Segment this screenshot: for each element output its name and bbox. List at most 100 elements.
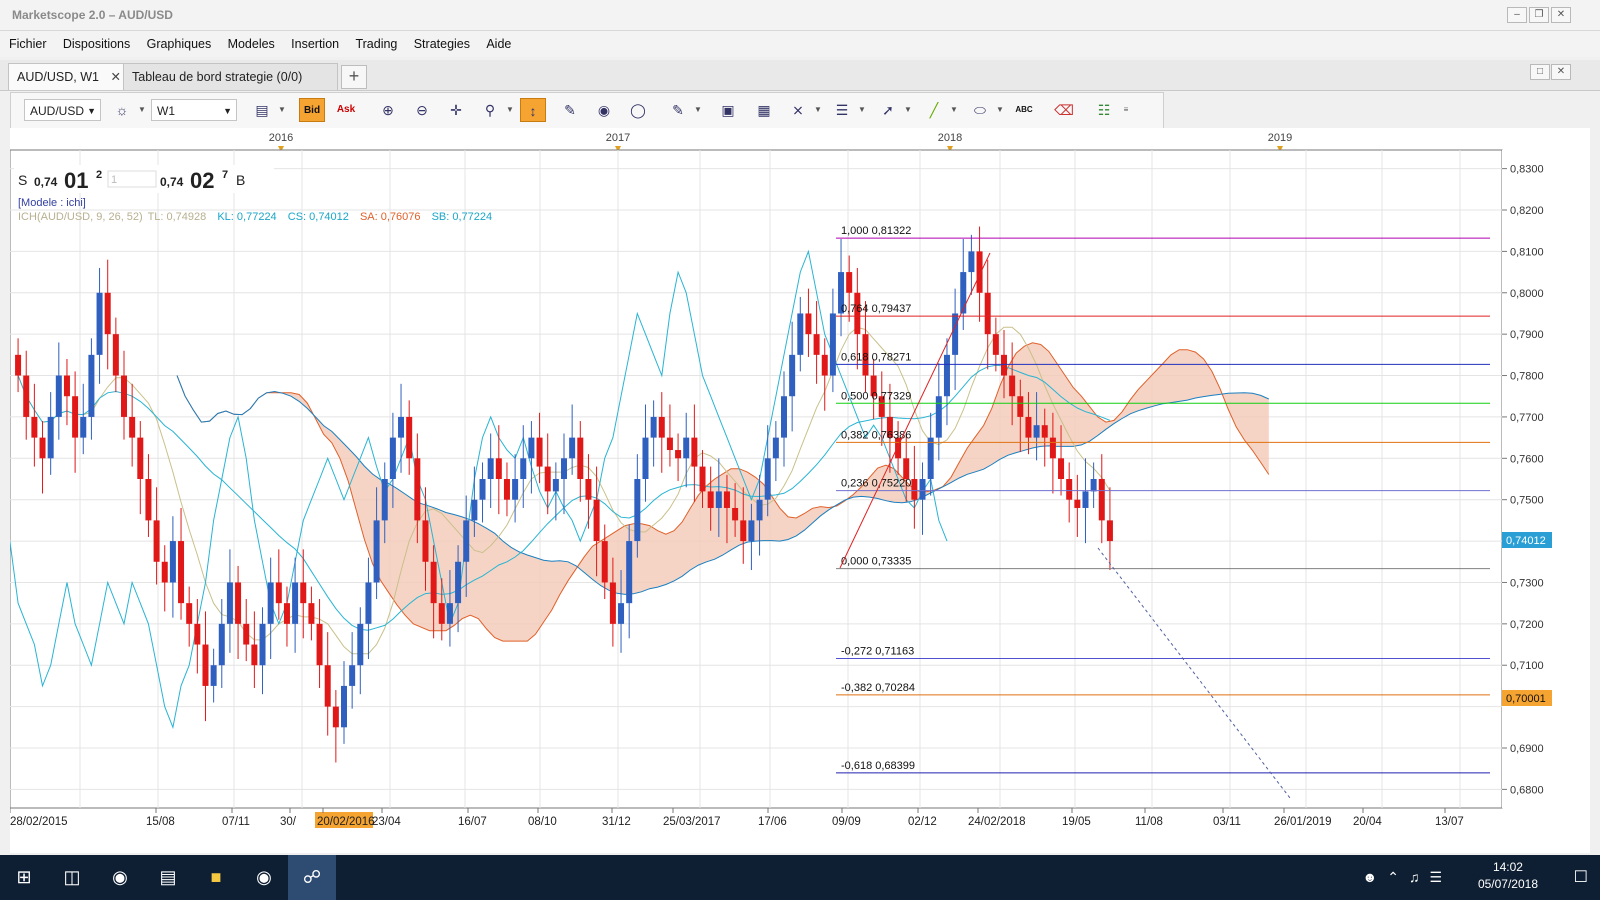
close-window-button[interactable]: ✕	[1551, 7, 1571, 23]
candle-body	[675, 450, 682, 459]
candle-body	[308, 603, 315, 624]
chevron-down-icon[interactable]: ▼	[693, 98, 703, 122]
system-tray[interactable]: ☻⌃♫☰	[1362, 855, 1452, 900]
start-icon[interactable]: ⊞	[0, 855, 48, 900]
clock[interactable]: 14:02 05/07/2018	[1478, 859, 1538, 893]
chart-type-icon[interactable]: ☼	[109, 98, 135, 122]
picture-icon[interactable]: ▣	[715, 98, 741, 122]
notifications-icon[interactable]: ☐	[1574, 855, 1588, 900]
chevron-down-icon[interactable]: ▼	[903, 98, 913, 122]
line-tools-icon[interactable]: ⨯	[785, 98, 811, 122]
date-tick-label: 30/	[280, 816, 297, 828]
candle-body	[267, 582, 274, 624]
price-chart[interactable]: 2016 2017 2018 2019 1,000 0,813220,764 0…	[0, 128, 1590, 853]
folder-icon[interactable]: ■	[192, 855, 240, 900]
candle-body	[137, 437, 144, 479]
restore-button[interactable]: ❐	[1529, 7, 1549, 23]
candle-body	[935, 396, 942, 438]
magnifier-icon[interactable]: ⚲	[477, 98, 503, 122]
minimize-button[interactable]: –	[1507, 7, 1527, 23]
sell-prefix[interactable]: 0,74	[34, 175, 58, 189]
candle-body	[487, 458, 494, 479]
zoom-out-icon[interactable]: ⊖	[409, 98, 435, 122]
date-tick-label: 16/07	[458, 816, 487, 828]
candle-body	[446, 603, 453, 624]
sell-big-figure[interactable]: 01	[64, 168, 88, 193]
ichimoku-legend: ICH(AUD/USD, 9, 26, 52) TL: 0,74928 KL: …	[18, 211, 492, 223]
marketscope-app-icon[interactable]: ☍	[288, 855, 336, 900]
date-axis: 28/02/2015 15/08 07/11 30/20/02/201623/04 16…	[9, 808, 1464, 828]
chevron-down-icon[interactable]: ▼	[813, 98, 823, 122]
chevron-down-icon[interactable]: ▼	[505, 98, 515, 122]
candle-body	[1098, 479, 1105, 521]
candle-body	[1009, 375, 1016, 397]
candle-body	[952, 313, 959, 355]
chart-area[interactable]: 2016 2017 2018 2019 1,000 0,81322 0,764 0…	[0, 128, 1590, 853]
date-tick-label: 19/05	[1062, 816, 1091, 828]
menu-graphiques[interactable]: Graphiques	[147, 31, 212, 57]
menu-fichier[interactable]: Fichier	[9, 31, 47, 57]
zoom-in-icon[interactable]: ⊕	[375, 98, 401, 122]
contacts-icon[interactable]: ▤	[144, 855, 192, 900]
tab-strategy-dashboard[interactable]: Tableau de bord strategie (0/0)	[123, 63, 338, 90]
ask-button[interactable]: Ask	[333, 98, 359, 122]
timeframe-select[interactable]: W1 ▼	[151, 99, 237, 121]
candle-body	[235, 582, 242, 624]
chrome-icon[interactable]: ◉	[240, 855, 288, 900]
candle-body	[169, 541, 176, 583]
crosshair-icon[interactable]: ✛	[443, 98, 469, 122]
chevron-down-icon[interactable]: ▼	[277, 98, 287, 122]
candle-body	[202, 644, 209, 686]
fibonacci-tool-icon[interactable]: ➚	[875, 98, 901, 122]
menu-dispositions[interactable]: Dispositions	[63, 31, 130, 57]
fib-level-label: 0,236 0,75220	[841, 478, 911, 490]
buy-prefix[interactable]: 0,74	[160, 175, 184, 189]
close-tab-icon[interactable]: ✕	[111, 64, 121, 90]
trendline-icon[interactable]: ╱	[921, 98, 947, 122]
candle-body	[15, 354, 22, 376]
panel-maximize-button[interactable]: □	[1530, 64, 1550, 80]
task-view-icon[interactable]: ◫	[48, 855, 96, 900]
top-axis-label: 2018	[938, 132, 962, 144]
ruler-icon[interactable]: ✎	[665, 98, 691, 122]
add-tab-button[interactable]: +	[341, 65, 367, 89]
text-tool-icon[interactable]: ABC	[1011, 98, 1037, 122]
fib-level-label: 0,618 0,78271	[841, 351, 911, 363]
chevron-down-icon[interactable]: ▼	[137, 98, 147, 122]
price-tick-label: 0,8300	[1510, 164, 1544, 176]
menu-modeles[interactable]: Modeles	[228, 31, 275, 57]
candle-body	[618, 603, 625, 624]
horizontal-lines-icon[interactable]: ☰	[829, 98, 855, 122]
candle-body	[316, 623, 323, 666]
chart-window-icon[interactable]: ▦	[751, 98, 777, 122]
bid-button[interactable]: Bid	[299, 98, 325, 122]
candle-body	[813, 334, 820, 355]
more-tools-icon[interactable]: ≡	[1121, 98, 1131, 122]
candle-body	[544, 466, 551, 492]
candle-body	[992, 334, 999, 355]
chevron-down-icon[interactable]: ▼	[857, 98, 867, 122]
eye-icon[interactable]: ◉	[591, 98, 617, 122]
panel-close-button[interactable]: ✕	[1551, 64, 1571, 80]
menu-insertion[interactable]: Insertion	[291, 31, 339, 57]
browser-icon[interactable]: ◉	[96, 855, 144, 900]
chevron-down-icon[interactable]: ▼	[949, 98, 959, 122]
hierarchy-icon[interactable]: ☷	[1091, 98, 1117, 122]
candle-body	[129, 416, 136, 438]
properties-icon[interactable]: ✎	[557, 98, 583, 122]
candle-body	[283, 603, 290, 624]
indicators-icon[interactable]: ▤	[249, 98, 275, 122]
chevron-down-icon[interactable]: ▼	[995, 98, 1005, 122]
tab-chart[interactable]: AUD/USD, W1 ✕	[8, 63, 128, 90]
menu-strategies[interactable]: Strategies	[414, 31, 470, 57]
candle-body	[186, 603, 193, 624]
globe-icon[interactable]: ◯	[625, 98, 651, 122]
menu-aide[interactable]: Aide	[486, 31, 511, 57]
candle-body	[381, 479, 388, 521]
buy-big-figure[interactable]: 02	[190, 168, 214, 193]
eraser-icon[interactable]: ⌫	[1051, 98, 1077, 122]
ellipse-icon[interactable]: ⬭	[967, 98, 993, 122]
menu-trading[interactable]: Trading	[355, 31, 397, 57]
instrument-select[interactable]: AUD/USD ▼	[24, 99, 101, 121]
auto-scroll-icon[interactable]: ↕	[520, 98, 546, 122]
